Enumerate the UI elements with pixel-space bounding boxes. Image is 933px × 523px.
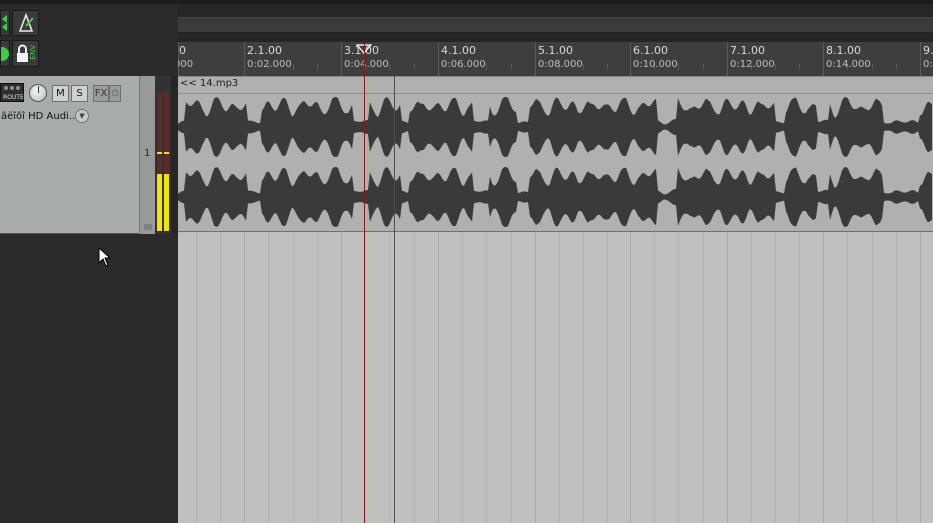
ruler-bar-label: 8.1.00 bbox=[826, 44, 861, 57]
waveform bbox=[178, 97, 932, 227]
media-item-name: << 14.mp3 bbox=[180, 78, 239, 89]
media-item[interactable]: << 14.mp3 bbox=[178, 76, 933, 232]
ruler-time-label: 0:08.000 bbox=[538, 59, 583, 70]
ruler-bar-label: 4.1.00 bbox=[441, 44, 476, 57]
ruler-time-label: 0: bbox=[923, 59, 933, 70]
route-label: ROUTE bbox=[3, 94, 24, 101]
ruler-time-label: 0:14.000 bbox=[826, 59, 871, 70]
resize-handle[interactable] bbox=[144, 224, 152, 230]
ruler-time-label: 0:12.000 bbox=[730, 59, 775, 70]
env-label: ENV bbox=[29, 45, 37, 60]
ruler-bar-label: 9. bbox=[923, 44, 933, 57]
track-number: 1 bbox=[144, 148, 151, 159]
ruler-time-label: 0:02.000 bbox=[247, 59, 292, 70]
arrow-icon[interactable] bbox=[0, 10, 10, 36]
ruler-bar-label: 6.1.00 bbox=[633, 44, 668, 57]
ruler-bar-label: 0 bbox=[179, 44, 186, 57]
ruler-time-label: 0:06.000 bbox=[441, 59, 486, 70]
chevron-down-icon: ▼ bbox=[79, 112, 85, 120]
waveform-channel bbox=[178, 97, 932, 157]
volume-knob[interactable] bbox=[29, 84, 47, 102]
timeline-ruler[interactable]: 0 000 2.1.00 0:02.000 3.1.00 0:04.000 4.… bbox=[178, 42, 933, 77]
lock-icon[interactable]: ENV bbox=[12, 40, 39, 67]
meter-gap bbox=[171, 76, 178, 234]
input-dropdown[interactable]: ▼ bbox=[75, 109, 89, 123]
mouse-pointer-icon bbox=[98, 247, 112, 267]
timeline-scrollbar[interactable] bbox=[178, 17, 933, 33]
solo-button[interactable]: S bbox=[71, 85, 88, 102]
ruler-time-label: 000 bbox=[178, 59, 194, 70]
play-cursor bbox=[394, 76, 395, 523]
waveform-channel bbox=[178, 167, 932, 227]
power-icon: ⏻ bbox=[111, 88, 119, 99]
track-number-strip[interactable]: 1 bbox=[139, 76, 155, 234]
ruler-time-label: 0:10.000 bbox=[633, 59, 678, 70]
fx-button[interactable]: FX bbox=[93, 85, 109, 102]
track-meter[interactable] bbox=[155, 76, 171, 234]
mute-button[interactable]: M bbox=[52, 85, 69, 102]
record-mode-icon[interactable] bbox=[0, 40, 10, 67]
ruler-time-label: 0:04.000 bbox=[344, 59, 389, 70]
ruler-bar-label: 5.1.00 bbox=[538, 44, 573, 57]
track-panel[interactable]: ROUTE M S FX ⏻ ãëîõî HD Audi..1 ▼ bbox=[0, 76, 139, 234]
ruler-bar-label: 2.1.00 bbox=[247, 44, 282, 57]
record-input-label: ãëîõî HD Audi..1 bbox=[1, 111, 82, 122]
fx-bypass-button[interactable]: ⏻ bbox=[109, 85, 121, 102]
edit-cursor[interactable] bbox=[364, 42, 365, 523]
ruler-bar-label: 7.1.00 bbox=[730, 44, 765, 57]
metronome-icon[interactable] bbox=[12, 10, 39, 36]
route-button[interactable]: ROUTE bbox=[0, 83, 24, 102]
